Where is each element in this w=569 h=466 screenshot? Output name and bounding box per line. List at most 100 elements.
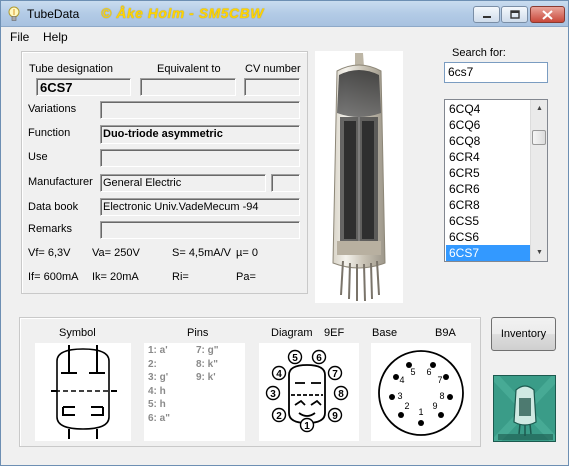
pin-5: 5: h (148, 399, 166, 410)
list-item-6cs6[interactable]: 6CS6 (446, 229, 531, 245)
diagram-pin-label: 5 (292, 353, 298, 364)
diagram-pin-label: 2 (276, 411, 282, 422)
base-code: B9A (435, 327, 456, 339)
tube-symbol-icon (51, 345, 117, 439)
databook-field[interactable]: Electronic Univ.VadeMecum -94 (100, 198, 300, 216)
spec-s: S= 4,5mA/V (172, 247, 232, 259)
menu-bar: File Help (1, 28, 568, 46)
close-button[interactable] (530, 6, 565, 23)
close-icon (542, 9, 553, 20)
base-pin-label: 8 (439, 391, 444, 401)
spec-mu: µ= 0 (236, 247, 258, 259)
diagram-pin-label: 8 (338, 389, 344, 400)
list-item-6cq4[interactable]: 6CQ4 (446, 101, 531, 117)
base-pin-label: 7 (437, 375, 442, 385)
spec-ik: Ik= 20mA (92, 271, 139, 283)
inventory-button[interactable]: Inventory (491, 317, 556, 351)
spec-ri: Ri= (172, 271, 189, 283)
spec-if: If= 600mA (28, 271, 79, 283)
cv-label: CV number (245, 63, 301, 75)
title-bar[interactable]: TubeData © Åke Holm - SM5CBW (1, 1, 568, 27)
lightbulb-icon (8, 6, 20, 21)
variations-field[interactable] (100, 101, 300, 119)
diagram-panel: 1 2 3 4 5 6 7 8 9 (259, 343, 359, 441)
diagram-pin-label: 7 (332, 369, 338, 380)
equivalent-label: Equivalent to (157, 63, 221, 75)
base-pin-label: 4 (399, 375, 404, 385)
base-pin-label: 2 (404, 401, 409, 411)
base-pin-label: 9 (432, 401, 437, 411)
spec-vf: Vf= 6,3V (28, 247, 71, 259)
pin-3: 3: g' (148, 372, 169, 383)
list-item-6cr6[interactable]: 6CR6 (446, 181, 531, 197)
tube-listbox[interactable]: 6CQ4 6CQ6 6CQ8 6CR4 6CR5 6CR6 6CR8 6CS5 … (444, 99, 548, 262)
equivalent-field[interactable] (140, 78, 236, 96)
manufacturer-label: Manufacturer (28, 176, 93, 188)
spec-pa: Pa= (236, 271, 256, 283)
pin-7: 7: g" (196, 345, 219, 356)
search-label: Search for: (452, 47, 506, 59)
base-label: Base (372, 327, 398, 339)
author-credit: © Åke Holm - SM5CBW (101, 5, 264, 21)
diagram-pin-label: 4 (276, 369, 282, 380)
pin-6: 6: a" (148, 412, 170, 424)
base-pin-label: 1 (418, 407, 423, 417)
list-item-6cs7-selected[interactable]: 6CS7 (446, 245, 531, 261)
designation-field[interactable]: 6CS7 (36, 78, 131, 96)
diagram-pin-label: 3 (270, 389, 276, 400)
maximize-icon (509, 10, 520, 19)
pins-label: Pins (187, 327, 209, 339)
remarks-field[interactable] (100, 221, 300, 239)
window-title: TubeData (27, 7, 80, 21)
list-item-6cq6[interactable]: 6CQ6 (446, 117, 531, 133)
use-label: Use (28, 151, 48, 163)
use-field[interactable] (100, 149, 300, 167)
list-item-6cs5[interactable]: 6CS5 (446, 213, 531, 229)
list-item-6cr4[interactable]: 6CR4 (446, 149, 531, 165)
diagram-label: Diagram (271, 327, 313, 339)
spec-va: Va= 250V (92, 247, 140, 259)
pin-1: 1: a' (148, 345, 168, 356)
pin-9: 9: k' (196, 372, 216, 383)
menu-help[interactable]: Help (43, 30, 68, 44)
list-item-6cr5[interactable]: 6CR5 (446, 165, 531, 181)
diagram-code: 9EF (324, 327, 345, 339)
cv-field[interactable] (244, 78, 300, 96)
variations-label: Variations (28, 103, 77, 115)
symbol-label: Symbol (59, 327, 96, 339)
databook-label: Data book (28, 201, 79, 213)
pin-8: 8: k" (196, 358, 218, 370)
tubedata-window: TubeData © Åke Holm - SM5CBW File Help T… (0, 0, 569, 466)
remarks-label: Remarks (28, 223, 73, 235)
pin-2: 2: (148, 358, 157, 370)
minimize-icon (482, 15, 491, 18)
pins-panel: 1: a' 2: 3: g' 4: h 5: h 6: a" 7: g" 8: … (144, 343, 245, 441)
scroll-up-icon[interactable]: ▲ (531, 100, 547, 117)
base-pinout-icon: 1 2 3 4 5 6 7 8 9 (378, 350, 464, 436)
scroll-thumb[interactable] (532, 130, 546, 145)
designation-label: Tube designation (29, 63, 113, 75)
tube-photo (315, 51, 403, 303)
search-input[interactable]: 6cs7 (444, 62, 548, 83)
base-panel: 1 2 3 4 5 6 7 8 9 (371, 343, 471, 441)
base-pin-label: 5 (410, 367, 415, 377)
scroll-down-icon[interactable]: ▼ (531, 244, 547, 261)
manufacturer-field[interactable]: General Electric (100, 174, 266, 192)
pin-diagram-icon: 1 2 3 4 5 6 7 8 9 (265, 349, 349, 433)
list-scrollbar[interactable]: ▲ ▼ (530, 100, 547, 261)
manufacturer-code-field[interactable] (271, 174, 300, 192)
function-field[interactable]: Duo-triode asymmetric (100, 125, 300, 144)
menu-file[interactable]: File (10, 30, 29, 44)
function-label: Function (28, 127, 71, 139)
list-item-6cq8[interactable]: 6CQ8 (446, 133, 531, 149)
base-pin-label: 6 (426, 367, 431, 377)
maximize-button[interactable] (501, 6, 528, 23)
minimize-button[interactable] (473, 6, 500, 23)
diagram-pin-label: 6 (316, 353, 322, 364)
base-pin-label: 3 (397, 391, 402, 401)
pin-4: 4: h (148, 385, 166, 397)
list-item-6cr8[interactable]: 6CR8 (446, 197, 531, 213)
diagram-pin-label: 9 (332, 411, 338, 422)
symbol-panel (35, 343, 131, 441)
diagram-pin-label: 1 (304, 421, 310, 432)
